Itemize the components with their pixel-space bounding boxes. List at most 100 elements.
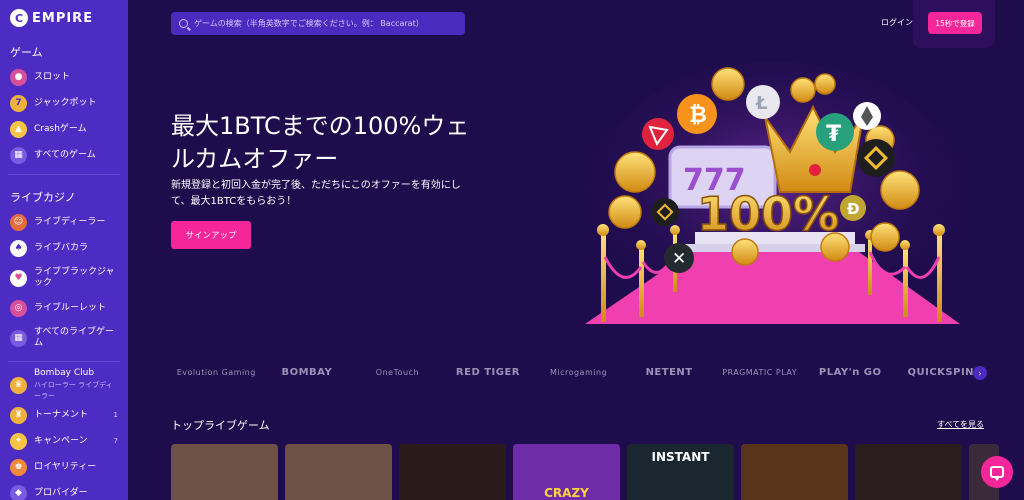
- game-tile-label: INSTANT: [651, 450, 710, 464]
- xrp-icon: ✕: [664, 243, 694, 273]
- game-tile[interactable]: INSTANT: [627, 444, 734, 500]
- svg-text:Ł: Ł: [755, 93, 768, 114]
- sidebar-item-loyalty[interactable]: ♚ ロイヤリティー: [0, 454, 128, 480]
- binance-small-icon: [651, 198, 679, 226]
- search-bar[interactable]: [171, 12, 465, 35]
- hero-100-label: 100%: [697, 187, 839, 241]
- tether-icon: ₮: [816, 113, 854, 151]
- hero-description: 新規登録と初回入金が完了後、ただちにこのオファーを有効にして、最大1BTCをもら…: [171, 180, 461, 207]
- sidebar-divider: [8, 174, 120, 175]
- bombay-club-text: Bombay Club ハイローラー ライブディーラー: [34, 368, 118, 402]
- roulette-icon: ◎: [10, 299, 27, 317]
- sidebar-item-slots[interactable]: ● スロット: [0, 64, 128, 90]
- cherry-icon: ●: [10, 68, 27, 86]
- provider-logo[interactable]: RED TIGER: [443, 367, 534, 378]
- game-tiles: CRAZY INSTANT: [171, 444, 1011, 500]
- bitcoin-icon: ₿: [677, 94, 717, 134]
- game-tile[interactable]: [741, 444, 848, 500]
- sidebar: C EMPIRE ゲーム ● スロット 7 ジャックポット ▲ Crashゲーム…: [0, 0, 128, 500]
- bombay-club-subtitle: ハイローラー ライブディーラー: [34, 381, 113, 400]
- svg-text:Đ: Đ: [847, 200, 860, 218]
- provider-logo[interactable]: BOMBAY: [262, 367, 353, 378]
- binance-icon: [857, 139, 895, 177]
- provider-logo[interactable]: OneTouch: [352, 368, 443, 377]
- crown-icon: ♚: [10, 458, 27, 476]
- chat-icon: [990, 466, 1004, 481]
- game-tile[interactable]: CRAZY: [513, 444, 620, 500]
- sidebar-divider: [8, 361, 120, 362]
- sidebar-item-label: スロット: [34, 71, 71, 82]
- sidebar-item-all-live[interactable]: ▦ すべてのライブゲーム: [0, 321, 128, 355]
- bombay-club-icon: ♛: [10, 376, 27, 394]
- provider-logo[interactable]: Microgaming: [533, 368, 624, 377]
- sidebar-item-live-blackjack[interactable]: ♥ ライブブラックジャック: [0, 261, 128, 295]
- hero-illustration: 777 100% ₿ Ł ₮ Đ ✕: [585, 62, 960, 324]
- sidebar-item-label: キャンペーン: [34, 435, 88, 446]
- logo-mark: C: [10, 9, 28, 27]
- game-tile[interactable]: [171, 444, 278, 500]
- see-all-link[interactable]: すべてを見る: [937, 419, 984, 430]
- sidebar-item-label: Crashゲーム: [34, 123, 87, 134]
- logo-text: EMPIRE: [32, 10, 94, 26]
- grid-icon: ▦: [10, 146, 27, 164]
- sidebar-item-providers[interactable]: ◆ プロバイダー: [0, 480, 128, 500]
- sidebar-item-label: トーナメント: [34, 409, 89, 420]
- chevron-right-icon: ›: [978, 368, 982, 378]
- sidebar-item-label: すべてのゲーム: [34, 149, 96, 160]
- litecoin-icon: Ł: [746, 85, 780, 119]
- signup-button[interactable]: サインアップ: [171, 221, 251, 249]
- games-section-title: ゲーム: [10, 46, 43, 59]
- tron-icon: [642, 118, 674, 150]
- provider-logo[interactable]: PRAGMATIC PLAY: [714, 368, 805, 377]
- logo[interactable]: C EMPIRE: [0, 0, 128, 36]
- register-button[interactable]: 15秒で登録: [928, 12, 982, 34]
- gift-icon: ✦: [10, 432, 27, 450]
- blackjack-icon: ♥: [10, 269, 27, 287]
- trophy-icon: ♜: [10, 406, 27, 424]
- game-tile-label: CRAZY: [544, 486, 589, 500]
- campaign-count: 7: [113, 437, 118, 445]
- sidebar-item-label: プロバイダー: [34, 487, 88, 498]
- svg-text:₿: ₿: [689, 103, 707, 128]
- sidebar-item-live-dealer[interactable]: ☺ ライブディーラー: [0, 209, 128, 235]
- provider-strip: Evolution Gaming BOMBAY OneTouch RED TIG…: [171, 355, 986, 389]
- sidebar-item-label: ジャックポット: [34, 97, 97, 108]
- sidebar-item-jackpot[interactable]: 7 ジャックポット: [0, 90, 128, 116]
- game-tile[interactable]: [399, 444, 506, 500]
- sidebar-item-label: ライブディーラー: [34, 216, 106, 227]
- sidebar-item-crash[interactable]: ▲ Crashゲーム: [0, 116, 128, 142]
- provider-logo[interactable]: Evolution Gaming: [171, 368, 262, 377]
- svg-text:₮: ₮: [826, 122, 842, 147]
- sidebar-item-all-games[interactable]: ▦ すべてのゲーム: [0, 142, 128, 168]
- dealer-icon: ☺: [10, 213, 27, 231]
- login-link[interactable]: ログイン: [881, 17, 913, 28]
- search-icon: [179, 19, 188, 28]
- provider-logo[interactable]: PLAY'n GO: [805, 367, 896, 378]
- game-tile[interactable]: [285, 444, 392, 500]
- providers-icon: ◆: [10, 484, 27, 500]
- top-live-title: トップライブゲーム: [171, 419, 270, 432]
- seven-icon: 7: [10, 94, 27, 112]
- baccarat-icon: ♠: [10, 239, 27, 257]
- live-grid-icon: ▦: [10, 329, 27, 347]
- provider-logo[interactable]: NETENT: [624, 367, 715, 378]
- sidebar-item-live-baccarat[interactable]: ♠ ライブバカラ: [0, 235, 128, 261]
- sidebar-item-bombay-club[interactable]: ♛ Bombay Club ハイローラー ライブディーラー: [0, 368, 128, 402]
- search-input[interactable]: [194, 19, 457, 28]
- sidebar-item-label: Bombay Club: [34, 368, 95, 378]
- sidebar-item-label: ライブルーレット: [34, 302, 107, 313]
- game-tile[interactable]: [855, 444, 962, 500]
- sidebar-item-label: ロイヤリティー: [34, 461, 97, 472]
- sidebar-item-label: すべてのライブゲーム: [34, 327, 115, 348]
- hero-title: 最大1BTCまでの100%ウェルカムオファー: [171, 112, 470, 173]
- chat-button[interactable]: [981, 456, 1013, 488]
- live-section-title: ライブカジノ: [10, 191, 76, 204]
- sidebar-item-live-roulette[interactable]: ◎ ライブルーレット: [0, 295, 128, 321]
- tournament-count: 1: [113, 411, 118, 419]
- sidebar-item-label: ライブブラックジャック: [34, 267, 115, 288]
- sidebar-item-campaign[interactable]: ✦ キャンペーン 7: [0, 428, 128, 454]
- sidebar-item-tournament[interactable]: ♜ トーナメント 1: [0, 402, 128, 428]
- provider-next-button[interactable]: ›: [973, 366, 987, 380]
- svg-text:✕: ✕: [672, 249, 686, 269]
- dogecoin-icon: Đ: [840, 195, 866, 221]
